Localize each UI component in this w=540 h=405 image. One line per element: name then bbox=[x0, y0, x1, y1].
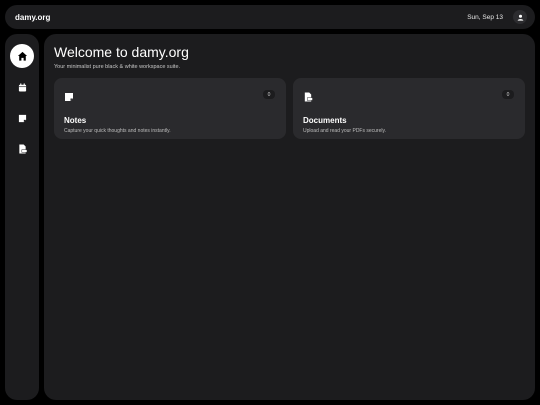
note-icon bbox=[18, 114, 26, 122]
card-description: Upload and read your PDFs securely. bbox=[303, 128, 387, 134]
sidebar-item-calendar[interactable] bbox=[10, 75, 34, 99]
note-icon bbox=[65, 93, 73, 101]
documents-card[interactable]: 0 Documents Upload and read your PDFs se… bbox=[293, 78, 525, 139]
user-menu-button[interactable] bbox=[513, 10, 527, 24]
sidebar bbox=[5, 34, 39, 400]
brand-name[interactable]: damy.org bbox=[15, 13, 50, 22]
top-bar: damy.org Sun, Sep 13 bbox=[5, 5, 535, 29]
notes-card[interactable]: 0 Notes Capture your quick thoughts and … bbox=[54, 78, 286, 139]
calendar-icon bbox=[18, 82, 26, 92]
documents-count-badge: 0 bbox=[502, 90, 514, 99]
card-description: Capture your quick thoughts and notes in… bbox=[64, 128, 171, 134]
sidebar-item-documents[interactable] bbox=[10, 137, 34, 161]
card-title: Documents bbox=[303, 116, 347, 125]
card-grid: 0 Notes Capture your quick thoughts and … bbox=[54, 78, 525, 139]
sidebar-item-notes[interactable] bbox=[10, 106, 34, 130]
pdf-file-icon bbox=[304, 92, 313, 102]
sidebar-item-home[interactable] bbox=[10, 44, 34, 68]
main-content: Welcome to damy.org Your minimalist pure… bbox=[44, 34, 535, 400]
user-icon bbox=[517, 14, 523, 21]
card-title: Notes bbox=[64, 116, 87, 125]
pdf-file-icon bbox=[18, 144, 27, 154]
home-icon bbox=[17, 51, 27, 61]
page-subtitle: Your minimalist pure black & white works… bbox=[54, 64, 181, 70]
page-title: Welcome to damy.org bbox=[54, 44, 189, 60]
notes-count-badge: 0 bbox=[263, 90, 275, 99]
current-date: Sun, Sep 13 bbox=[467, 13, 503, 21]
